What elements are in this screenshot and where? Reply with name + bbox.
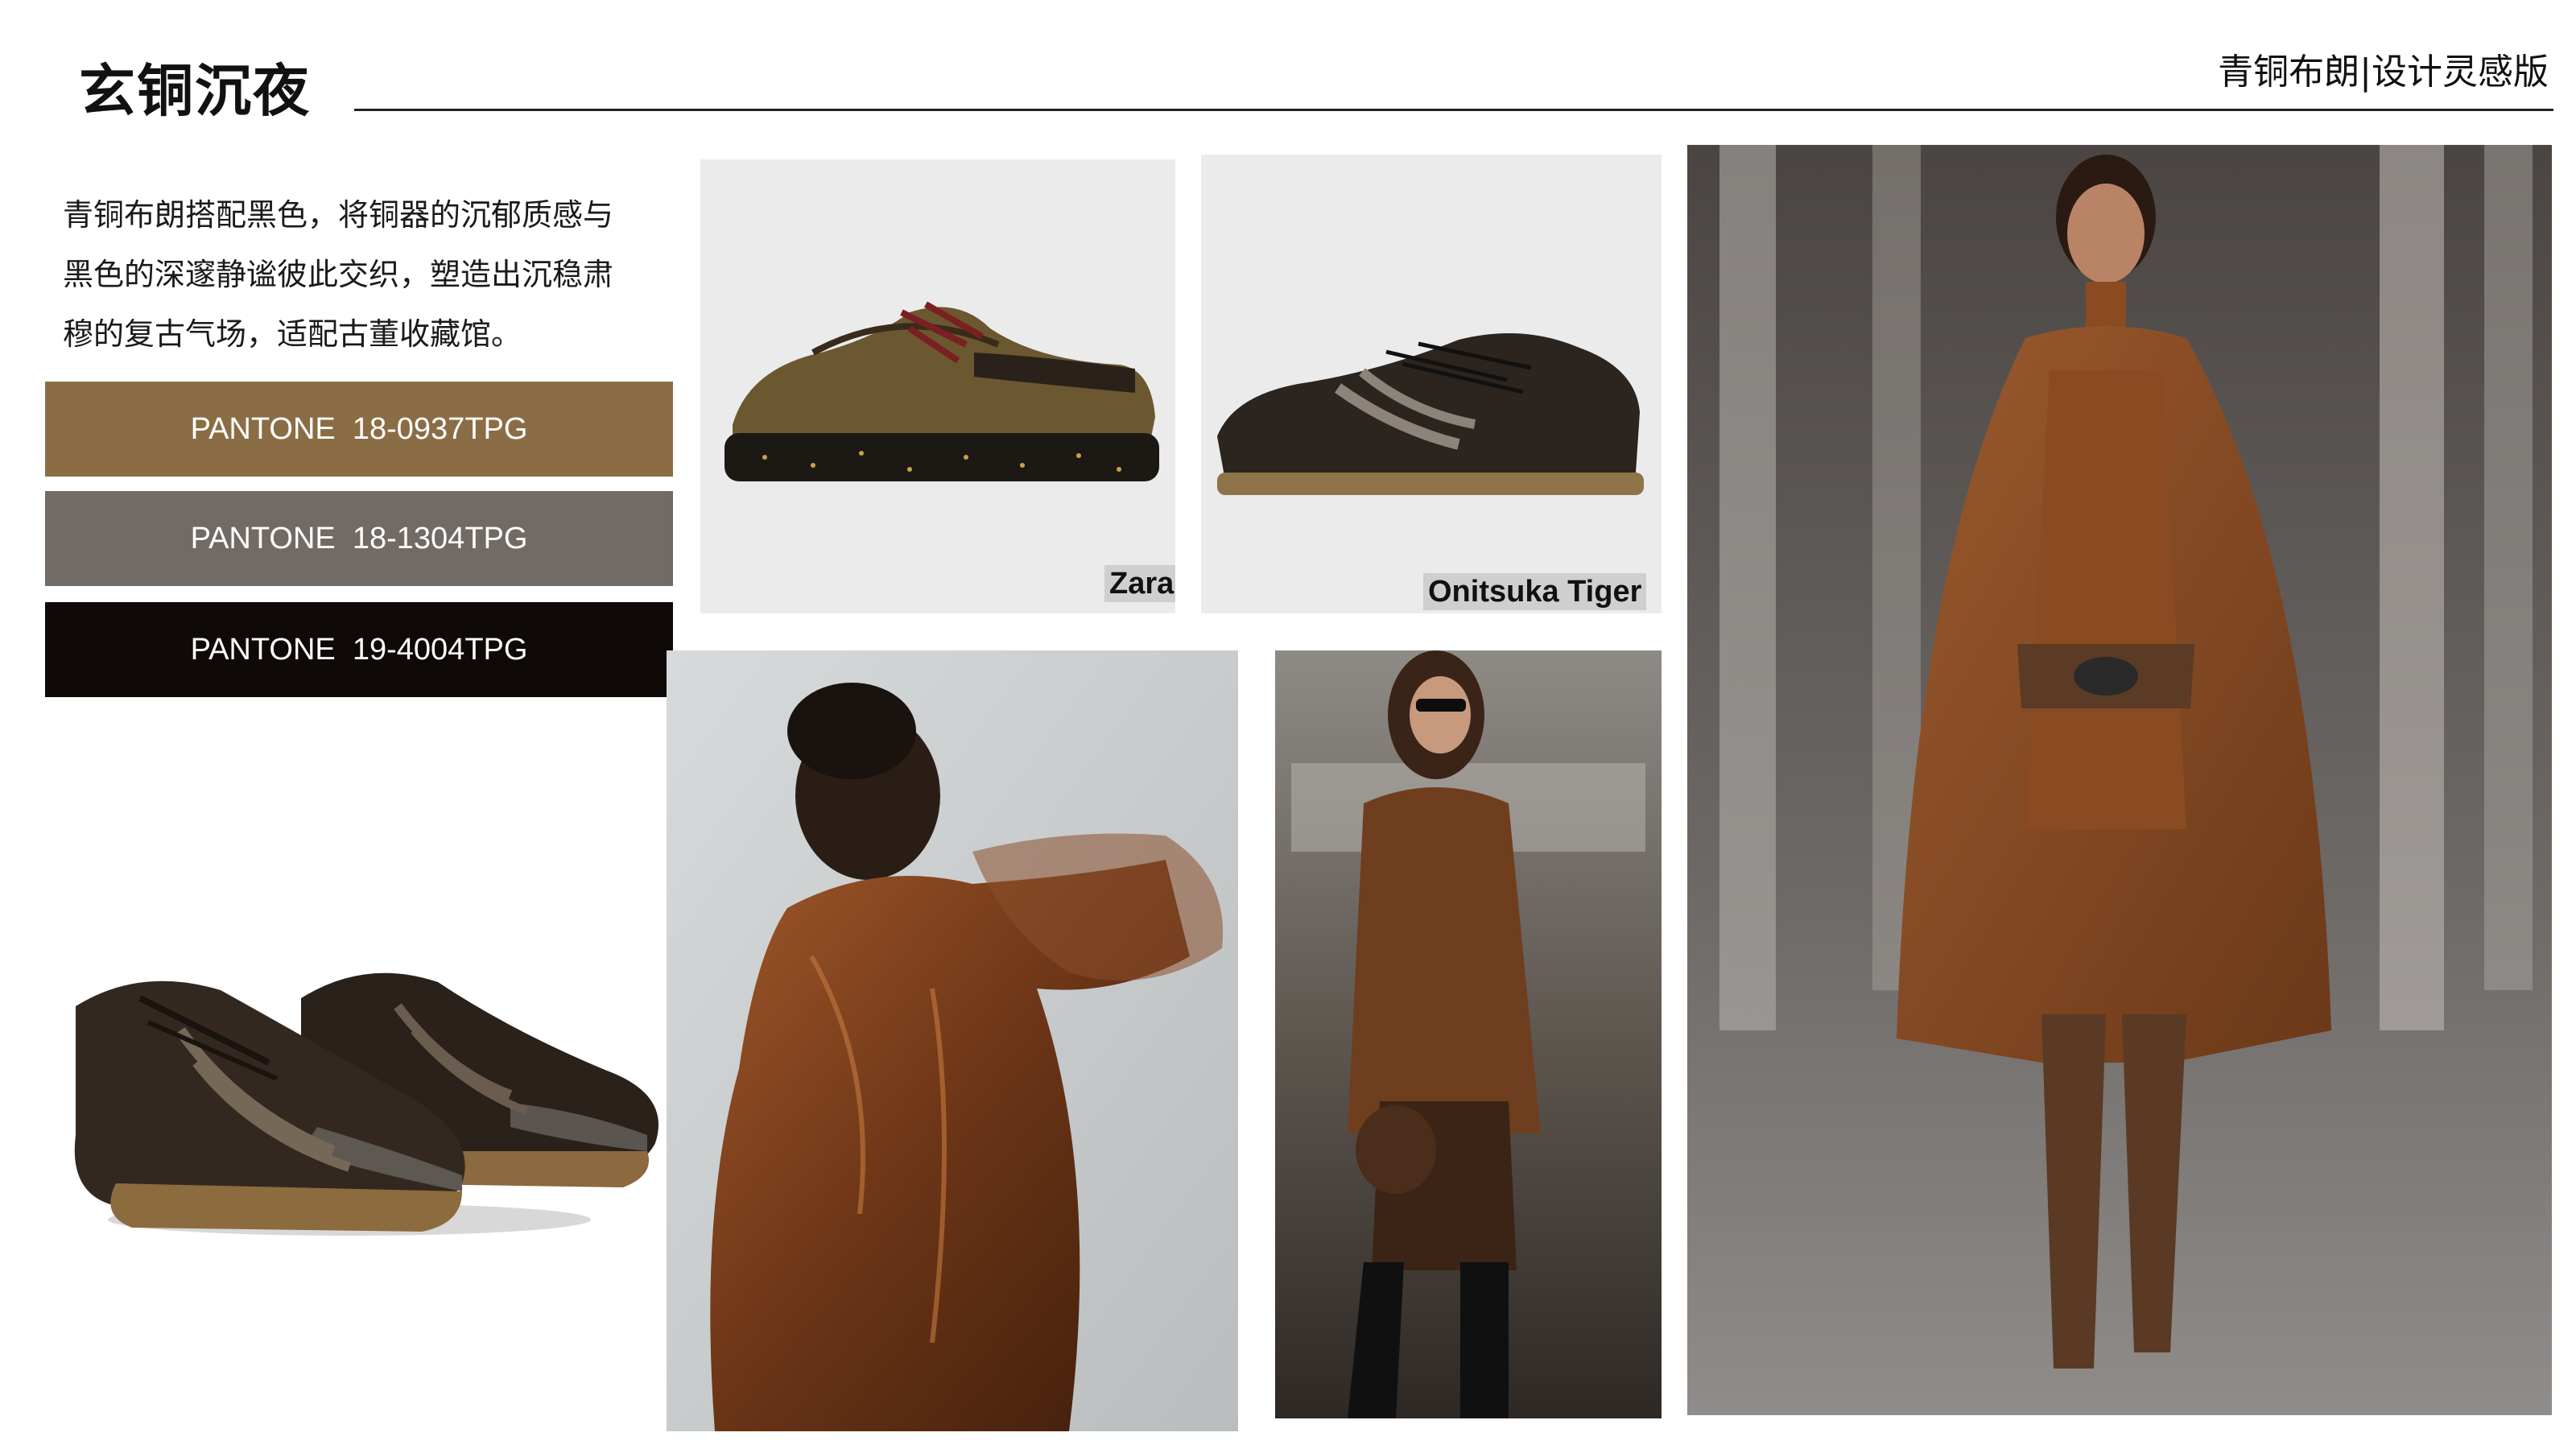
description-text: 青铜布朗搭配黑色，将铜器的沉郁质感与 黑色的深邃静谧彼此交织，塑造出沉稳肃 穆的… bbox=[63, 185, 675, 364]
pantone-swatch-label: PANTONE 18-0937TPG bbox=[190, 411, 528, 446]
sneaker-pair-photo bbox=[60, 910, 671, 1248]
description-line: 青铜布朗搭配黑色，将铜器的沉郁质感与 bbox=[63, 197, 614, 233]
pantone-swatch-label: PANTONE 18-1304TPG bbox=[190, 521, 528, 555]
street-style-model-photo bbox=[1275, 650, 1662, 1418]
header-subtitle: 青铜布朗|设计灵感版 bbox=[2218, 52, 2549, 93]
pantone-swatch-bronze: PANTONE 18-0937TPG bbox=[45, 382, 673, 477]
page-title: 玄铜沉夜 bbox=[79, 58, 311, 124]
pantone-swatch-black: PANTONE 19-4004TPG bbox=[45, 602, 673, 697]
pantone-swatch-taupe: PANTONE 18-1304TPG bbox=[45, 491, 673, 586]
zara-brand-label: Zara bbox=[1104, 565, 1175, 602]
description-line: 黑色的深邃静谧彼此交织，塑造出沉稳肃 bbox=[63, 257, 614, 292]
description-line: 穆的复古气场，适配古董收藏馆。 bbox=[63, 316, 522, 352]
onitsuka-shoe-photo: Onitsuka Tiger bbox=[1201, 155, 1662, 613]
runway-model-photo bbox=[1687, 145, 2552, 1415]
onitsuka-brand-label: Onitsuka Tiger bbox=[1423, 573, 1647, 610]
zara-shoe-photo: Zara bbox=[700, 159, 1175, 613]
header-divider bbox=[354, 109, 2553, 111]
organza-model-photo bbox=[667, 650, 1238, 1431]
pantone-swatch-label: PANTONE 19-4004TPG bbox=[190, 632, 528, 667]
